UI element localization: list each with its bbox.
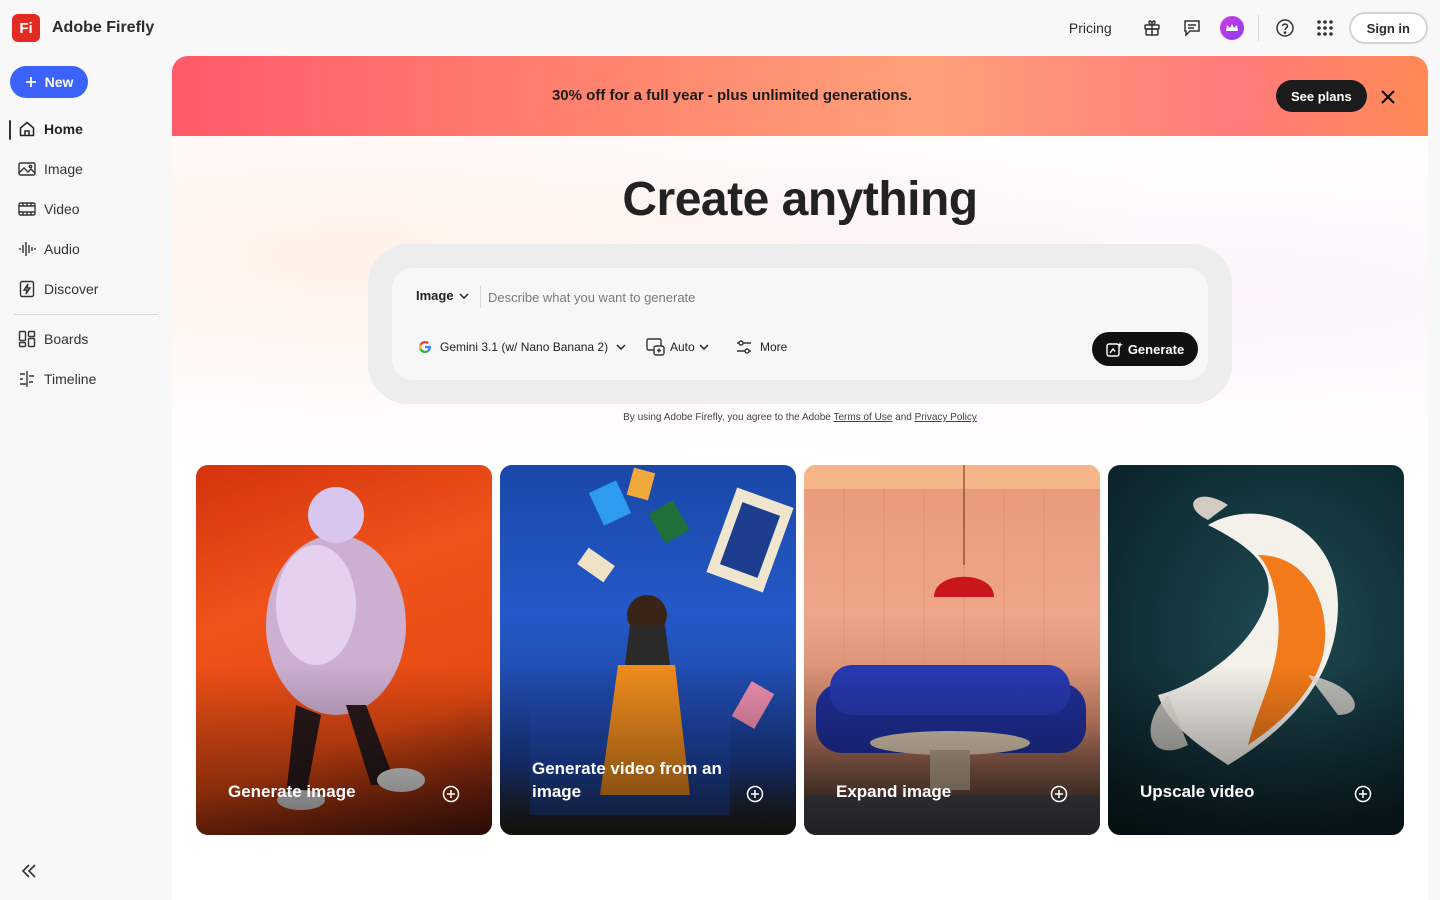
video-icon (18, 200, 36, 218)
collapse-sidebar-icon[interactable] (18, 860, 40, 882)
avatar (1219, 16, 1244, 40)
more-settings-button[interactable]: More (736, 340, 787, 354)
card-expand-image[interactable]: Expand image (804, 465, 1100, 835)
card-label: Generate video from an image (532, 759, 722, 801)
sidebar-item-label: Image (44, 161, 83, 177)
promo-banner: 30% off for a full year - plus unlimited… (172, 56, 1428, 136)
card-generate-video[interactable]: Generate video from an image (500, 465, 796, 835)
divider (1257, 15, 1259, 41)
sidebar-item-home[interactable]: Home (18, 115, 83, 143)
page-title: Create anything (622, 173, 978, 226)
prompt-box: Image Gemini 3.1 (w/ Nano Banana 2) Auto (392, 268, 1208, 380)
card-shade (1108, 665, 1404, 835)
app-name: Adobe Firefly (52, 19, 155, 36)
active-indicator (9, 120, 11, 140)
pricing-link[interactable]: Pricing (1069, 20, 1112, 36)
sidebar-item-image[interactable]: Image (18, 155, 83, 183)
sidebar-item-discover[interactable]: Discover (18, 275, 98, 303)
sliders-icon (737, 340, 751, 354)
terms-of-use-link[interactable]: Terms of Use (833, 412, 892, 423)
sidebar: New Home Image Video Audio Discover Boar… (0, 56, 172, 900)
generation-type-select[interactable]: Image (416, 288, 469, 303)
card-label: Upscale video (1140, 782, 1255, 801)
card-shade (500, 665, 796, 835)
discover-icon (18, 280, 36, 298)
sign-in-button[interactable]: Sign in (1348, 12, 1428, 44)
firefly-logo: Fi (12, 14, 40, 42)
card-label: Expand image (836, 782, 952, 801)
model-value: Gemini 3.1 (w/ Nano Banana 2) (440, 340, 609, 354)
timeline-icon (18, 370, 36, 388)
sidebar-item-boards[interactable]: Boards (18, 325, 88, 353)
aspect-ratio-icon (646, 338, 665, 356)
add-circle-icon (1354, 785, 1372, 803)
legal-prefix: By using Adobe Firefly, you agree to the… (623, 412, 831, 423)
prompt-input[interactable] (488, 284, 1168, 310)
card-shade (804, 665, 1100, 835)
card-shade (196, 665, 492, 835)
privacy-policy-link[interactable]: Privacy Policy (915, 412, 977, 423)
gift-icon[interactable] (1132, 11, 1172, 45)
brand[interactable]: Fi Adobe Firefly (12, 14, 154, 42)
generate-button[interactable]: Generate (1092, 332, 1198, 366)
sidebar-item-label: Audio (44, 241, 80, 257)
home-icon (18, 120, 36, 138)
model-select[interactable]: Gemini 3.1 (w/ Nano Banana 2) (418, 340, 626, 354)
chevron-down-icon (459, 292, 469, 299)
divider (480, 286, 481, 308)
sidebar-item-label: Timeline (44, 371, 97, 387)
quick-actions: Generate image Generate video from an im… (196, 465, 1404, 835)
plan-crown-icon[interactable] (1212, 11, 1252, 45)
new-button-label: New (44, 74, 74, 90)
legal-and: and (895, 412, 912, 423)
plus-icon (25, 77, 36, 87)
feedback-icon[interactable] (1172, 11, 1212, 45)
sidebar-item-label: Video (44, 201, 80, 217)
sidebar-item-audio[interactable]: Audio (18, 235, 80, 263)
add-circle-icon (442, 785, 460, 803)
close-icon[interactable] (1376, 86, 1400, 108)
generate-icon (1106, 342, 1123, 357)
sidebar-item-label: Discover (44, 281, 99, 297)
legal-notice: By using Adobe Firefly, you agree to the… (172, 412, 1428, 423)
sidebar-item-label: Boards (44, 331, 89, 347)
generate-label: Generate (1127, 341, 1185, 357)
promo-text: 30% off for a full year - plus unlimited… (551, 87, 913, 104)
more-label: More (760, 340, 788, 354)
chevron-down-icon (699, 344, 709, 350)
aspect-ratio-value: Auto (670, 340, 695, 354)
help-icon[interactable] (1265, 11, 1305, 45)
sidebar-item-timeline[interactable]: Timeline (18, 365, 96, 393)
audio-icon (18, 240, 36, 258)
card-label: Generate image (228, 782, 356, 801)
sidebar-item-video[interactable]: Video (18, 195, 80, 223)
new-button[interactable]: New (10, 66, 88, 98)
card-upscale-video[interactable]: Upscale video (1108, 465, 1404, 835)
aspect-ratio-select[interactable]: Auto (646, 338, 709, 356)
card-generate-image[interactable]: Generate image (196, 465, 492, 835)
image-icon (18, 160, 36, 178)
chevron-down-icon (616, 344, 626, 350)
add-circle-icon (746, 785, 764, 803)
apps-grid-icon[interactable] (1305, 11, 1345, 45)
generation-type-value: Image (416, 288, 454, 303)
see-plans-button[interactable]: See plans (1276, 80, 1367, 112)
sidebar-divider (14, 314, 158, 315)
add-circle-icon (1050, 785, 1068, 803)
main-content: 30% off for a full year - plus unlimited… (172, 56, 1428, 900)
boards-icon (18, 330, 36, 348)
header-actions: Pricing Sign in (1069, 11, 1428, 45)
prompt-panel: Image Gemini 3.1 (w/ Nano Banana 2) Auto (368, 244, 1232, 404)
google-icon (419, 341, 431, 353)
sidebar-item-label: Home (44, 121, 83, 137)
top-bar: Fi Adobe Firefly Pricing Sign in (0, 0, 1440, 56)
